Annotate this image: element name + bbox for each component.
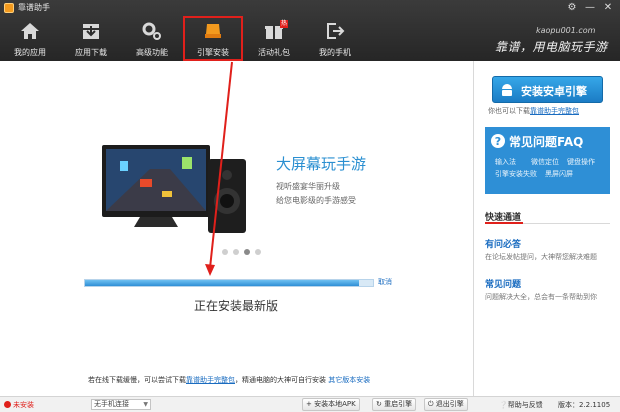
banner-subtitle: 给您电影级的手游感受	[276, 196, 356, 205]
nav-app-download[interactable]: 应用下载	[61, 16, 121, 61]
banner-title: 大屏幕玩手游	[276, 155, 367, 173]
top-toolbar: 靠谱助手 ⚙ — ✕ 我的应用 应用下载 高级功能 引擎安装 热 活动礼包 我的…	[0, 0, 620, 61]
ask-answer-desc: 在论坛发帖提问，大神帮您解决难题	[485, 253, 597, 261]
status-dot-icon	[4, 401, 11, 408]
nav-engine-install[interactable]: 引擎安装	[183, 16, 243, 61]
carousel-dots	[222, 249, 261, 255]
exit-engine-button[interactable]: ⏻ 退出引擎	[424, 398, 468, 411]
engine-status: 未安装	[4, 400, 34, 410]
close-button[interactable]: ✕	[600, 1, 616, 15]
app-title: 靠谱助手	[18, 3, 50, 12]
nav-my-apps[interactable]: 我的应用	[0, 16, 60, 61]
other-version-link[interactable]: 其它版本安装	[328, 376, 370, 384]
help-icon: ❔	[499, 401, 508, 409]
download-icon	[83, 24, 99, 39]
banner-subtitle: 视听盛宴华丽升级	[276, 182, 340, 191]
faq-links: 输入法 微信定位 键盘操作 引擎安装失败 黑屏闪屏	[495, 157, 605, 179]
right-sidebar: 安装安卓引擎 你也可以下载靠谱助手完整包 ? 常见问题FAQ 输入法 微信定位 …	[473, 61, 620, 396]
version-label: 版本：	[558, 401, 579, 409]
nav-label: 活动礼包	[258, 48, 290, 57]
svg-text:?: ?	[495, 135, 501, 148]
common-issues-link[interactable]: 常见问题	[485, 277, 521, 290]
faq-link[interactable]: 微信定位	[531, 157, 563, 167]
button-label: 安装本地APK	[314, 400, 356, 408]
hint-text: 你也可以下载	[488, 107, 530, 115]
status-bar: 未安装 无手机连接 ▼ + 安装本地APK ↻ 重启引擎 ⏻ 退出引擎 ❔帮助与反…	[0, 396, 620, 412]
power-icon: ⏻	[428, 400, 434, 408]
tv-speaker-illustration	[102, 145, 246, 233]
side-download-hint: 你也可以下载靠谱助手完整包	[488, 106, 579, 116]
settings-icon[interactable]: ⚙	[564, 1, 580, 15]
faq-title: 常见问题FAQ	[509, 135, 584, 149]
button-label: 退出引擎	[435, 400, 464, 408]
connection-value: 无手机连接	[94, 400, 129, 408]
help-label: 帮助与反馈	[507, 401, 543, 409]
hint-text: ，精通电脑的大神可自行安装	[235, 376, 326, 384]
progress-fill	[85, 280, 359, 286]
app-logo-icon	[4, 3, 14, 13]
full-package-link[interactable]: 靠谱助手完整包	[186, 376, 235, 384]
plus-icon: +	[306, 400, 312, 408]
refresh-icon: ↻	[376, 400, 382, 408]
phone-connection-select[interactable]: 无手机连接 ▼	[91, 399, 151, 410]
hint-text: 若在线下载缓慢，可以尝试下载	[88, 376, 186, 384]
install-local-apk-button[interactable]: + 安装本地APK	[302, 398, 360, 411]
install-button-label: 安装安卓引擎	[521, 85, 587, 98]
nav-label: 应用下载	[75, 48, 107, 57]
faq-link[interactable]: 引擎安装失败	[495, 169, 541, 179]
nav-gift-pack[interactable]: 热 活动礼包	[244, 16, 304, 61]
button-label: 重启引擎	[384, 400, 413, 408]
download-hint: 若在线下载缓慢，可以尝试下载靠谱助手完整包，精通电脑的大神可自行安装 其它版本安…	[88, 375, 370, 385]
nav-my-phone[interactable]: 我的手机	[305, 16, 365, 61]
hot-badge: 热	[280, 20, 289, 28]
help-icon: ?	[491, 134, 505, 148]
engine-icon	[205, 24, 221, 38]
nav-label: 引擎安装	[197, 48, 229, 57]
faq-link[interactable]: 键盘操作	[567, 157, 599, 167]
chevron-down-icon: ▼	[143, 401, 148, 408]
carousel-dot-active[interactable]	[244, 249, 250, 255]
title-bar: 靠谱助手 ⚙ — ✕	[0, 0, 620, 16]
nav-label: 我的手机	[319, 48, 351, 57]
main-nav: 我的应用 应用下载 高级功能 引擎安装 热 活动礼包 我的手机	[0, 16, 366, 61]
help-feedback-link[interactable]: ❔帮助与反馈	[499, 400, 543, 410]
faq-panel[interactable]: ? 常见问题FAQ 输入法 微信定位 键盘操作 引擎安装失败 黑屏闪屏	[485, 127, 610, 194]
common-issues-desc: 问题解决大全，总会有一条帮助到你	[485, 293, 597, 301]
version-info: 版本：2.2.1105	[558, 400, 610, 410]
install-status-text: 正在安装最新版	[193, 299, 278, 313]
carousel-dot[interactable]	[222, 249, 228, 255]
carousel-dot[interactable]	[255, 249, 261, 255]
version-number: 2.2.1105	[579, 401, 611, 409]
ask-answer-link[interactable]: 有问必答	[485, 237, 521, 250]
restart-engine-button[interactable]: ↻ 重启引擎	[372, 398, 417, 411]
nav-advanced[interactable]: 高级功能	[122, 16, 182, 61]
carousel-dot[interactable]	[233, 249, 239, 255]
site-url: kaopu001.com	[536, 26, 596, 35]
logout-icon	[327, 23, 345, 39]
minimize-button[interactable]: —	[582, 1, 598, 15]
install-progress-bar	[84, 279, 374, 287]
android-icon	[502, 84, 512, 96]
nav-label: 我的应用	[14, 48, 46, 57]
main-panel: 大屏幕玩手游 视听盛宴华丽升级 给您电影级的手游感受 取消 正在安装最新版 若在…	[0, 61, 472, 396]
faq-link[interactable]: 黑屏闪屏	[545, 169, 577, 179]
slogan: 靠谱，用电脑玩手游	[495, 40, 608, 54]
divider-accent	[485, 222, 523, 224]
home-icon	[21, 23, 39, 39]
nav-label: 高级功能	[136, 48, 168, 57]
cancel-link[interactable]: 取消	[378, 277, 392, 287]
install-android-engine-button[interactable]: 安装安卓引擎	[492, 76, 603, 103]
window-controls: ⚙ — ✕	[564, 1, 616, 15]
gear-icon	[142, 22, 161, 40]
faq-link[interactable]: 输入法	[495, 157, 527, 167]
side-full-package-link[interactable]: 靠谱助手完整包	[530, 107, 579, 115]
engine-status-text: 未安装	[13, 401, 34, 409]
